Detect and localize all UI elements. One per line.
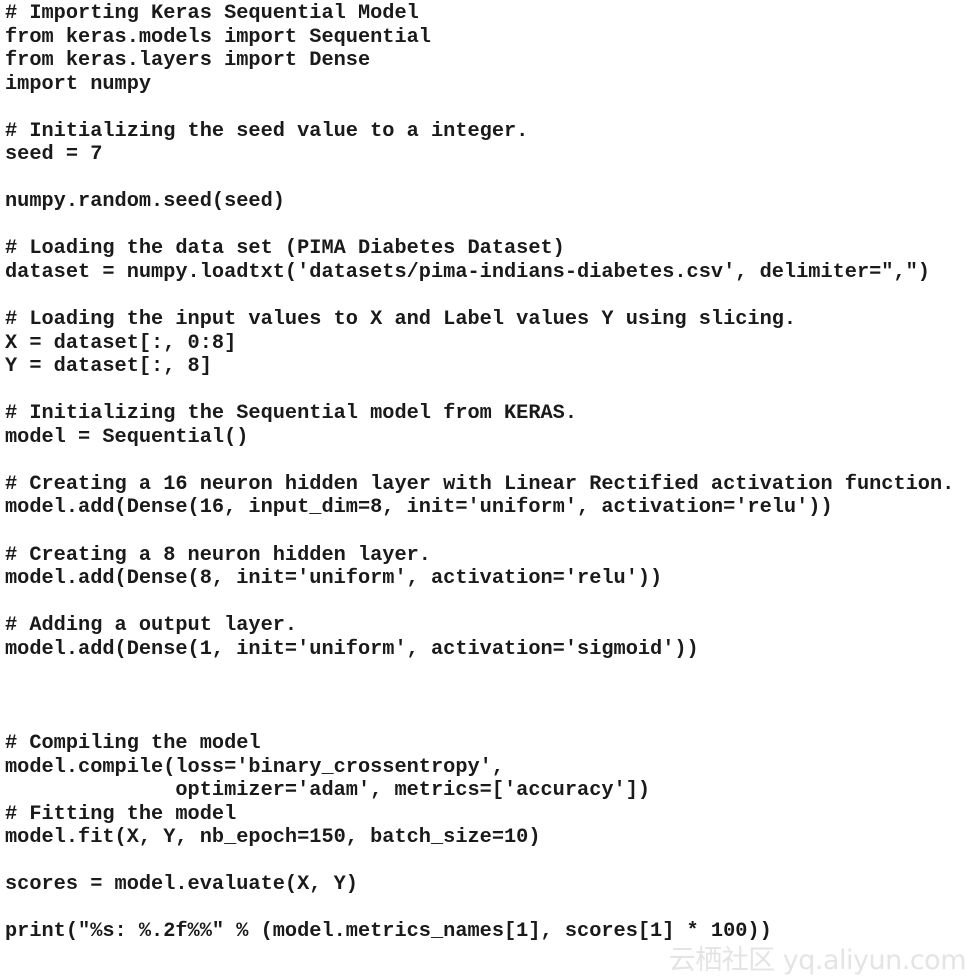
code-line: model.add(Dense(1, init='uniform', activ… <box>5 637 699 661</box>
code-comment-line: # Loading the data set (PIMA Diabetes Da… <box>5 237 565 261</box>
code-line: numpy.random.seed(seed) <box>5 190 285 214</box>
code-line: model = Sequential() <box>5 425 249 449</box>
code-comment-line: # Adding a output layer. <box>5 614 298 638</box>
code-block: # Importing Keras Sequential Model from k… <box>5 2 954 944</box>
code-line: seed = 7 <box>5 143 103 167</box>
code-line: model.add(Dense(8, init='uniform', activ… <box>5 567 663 591</box>
watermark: 云栖社区 yq.aliyun.com <box>668 945 967 976</box>
code-line: optimizer='adam', metrics=['accuracy']) <box>5 779 651 803</box>
code-line: dataset = numpy.loadtxt('datasets/pima-i… <box>5 261 930 285</box>
code-comment-line: # Initializing the Sequential model from… <box>5 402 578 426</box>
code-comment-line: # Creating a 8 neuron hidden layer. <box>5 543 431 567</box>
code-line: model.fit(X, Y, nb_epoch=150, batch_size… <box>5 826 541 850</box>
code-line: from keras.layers import Dense <box>5 49 371 73</box>
code-line: model.compile(loss='binary_crossentropy'… <box>5 755 504 779</box>
code-line: Y = dataset[:, 8] <box>5 355 212 379</box>
code-line: from keras.models import Sequential <box>5 25 431 49</box>
code-comment-line: # Creating a 16 neuron hidden layer with… <box>5 472 955 496</box>
code-comment-line: # Importing Keras Sequential Model <box>5 2 419 25</box>
code-comment-line: # Fitting the model <box>5 802 237 826</box>
code-comment-line: # Loading the input values to X and Labe… <box>5 308 797 332</box>
code-comment-line: # Compiling the model <box>5 731 261 755</box>
code-line: model.add(Dense(16, input_dim=8, init='u… <box>5 496 833 520</box>
code-line: import numpy <box>5 72 152 96</box>
code-comment-line: # Initializing the seed value to a integ… <box>5 119 529 143</box>
code-line: X = dataset[:, 0:8] <box>5 331 237 355</box>
code-line: scores = model.evaluate(X, Y) <box>5 873 358 897</box>
